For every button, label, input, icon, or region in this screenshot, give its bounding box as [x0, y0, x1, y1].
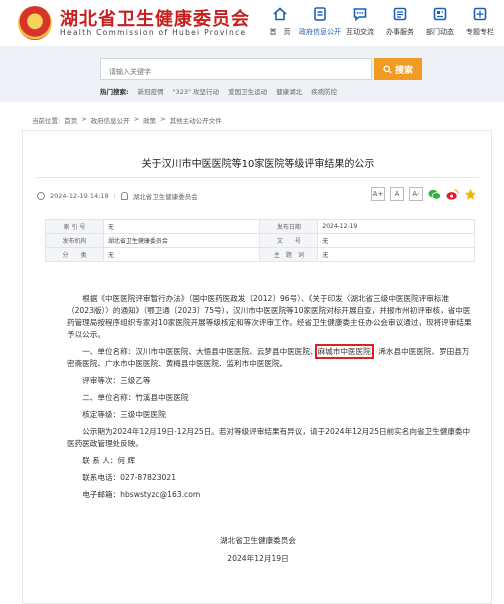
nav-label: 专题专栏: [466, 28, 494, 36]
clock-icon: [37, 192, 45, 200]
font-normal-button[interactable]: A: [390, 187, 404, 201]
hot-term-link[interactable]: 健康湖北: [276, 86, 302, 96]
breadcrumb-separator: >: [81, 115, 87, 123]
topic-icon: [473, 7, 487, 21]
chat-icon: [353, 8, 367, 22]
nav-item-home[interactable]: 首 页: [260, 6, 300, 42]
info-key: 索 引 号: [45, 219, 104, 234]
info-key: 分 类: [45, 247, 104, 262]
hot-search: 热门搜索: 新冠疫情 "323" 攻坚行动 爱国卫生运动 健康湖北 疾病防控: [100, 86, 337, 96]
font-smaller-button[interactable]: A-: [409, 187, 423, 201]
favorite-star-icon[interactable]: [464, 188, 477, 201]
signature-date: 2024年12月19日: [227, 554, 289, 563]
nav-item-services[interactable]: 办事服务: [380, 6, 420, 42]
breadcrumb-link-policy[interactable]: 政策: [143, 115, 156, 125]
info-value: 无: [102, 219, 261, 234]
breadcrumb-separator: >: [133, 115, 140, 123]
body-paragraph: 一、单位名称：汉川市中医医院、大悟县中医医院、云梦县中医医院、麻城市中医医院、浠…: [67, 344, 472, 370]
nav-label: 首 页: [269, 28, 291, 36]
body-paragraph: 根据《中医医院评审暂行办法》（国中医药医政发〔2012〕96号）、《关于印发〈湖…: [67, 294, 472, 339]
article-source: 湖北省卫生健康委员会: [132, 193, 198, 201]
article-card: 关于汉川市中医医院等10家医院等级评审结果的公示 2024-12-19 14:1…: [22, 130, 492, 604]
breadcrumb-separator: >: [160, 115, 166, 123]
article-meta: 2024-12-19 14:18 | 湖北省卫生健康委员会: [37, 191, 198, 201]
info-value: 无: [102, 247, 261, 262]
contact-person: 联 系 人：何 辉: [82, 456, 135, 465]
meta-divider: |: [113, 192, 116, 200]
weibo-share-icon[interactable]: [446, 188, 459, 201]
breadcrumb-prefix: 当前位置:: [32, 117, 61, 125]
contact-email: 电子邮箱：hbswstyzc@163.com: [82, 490, 201, 499]
breadcrumb: 当前位置: 首页 > 政府信息公开 > 政策 > 其他主动公开文件: [32, 115, 222, 125]
hot-term-link[interactable]: 爱国卫生运动: [228, 86, 267, 96]
hot-search-label: 热门搜索:: [100, 88, 129, 96]
search-button-label: 搜索: [394, 65, 413, 76]
info-value: 无: [317, 247, 475, 262]
service-icon: [393, 7, 407, 21]
news-icon: [433, 7, 447, 21]
breadcrumb-link-other-docs[interactable]: 其他主动公开文件: [170, 115, 222, 125]
hot-term-link[interactable]: 新冠疫情: [138, 86, 164, 96]
info-value: 湖北省卫生健康委员会: [102, 233, 261, 248]
contact-phone: 联系电话：027-87823021: [82, 473, 177, 482]
info-value: 无: [317, 233, 475, 248]
body-paragraph: 公示期为2024年12月19日-12月25日。若对等级评审结果有异议，请于202…: [67, 427, 471, 448]
hot-term-link[interactable]: 疾病防控: [311, 86, 337, 96]
nav-item-interaction[interactable]: 互动交流: [340, 6, 380, 42]
table-row: 分 类 无 主 题 词 无: [45, 247, 475, 262]
article-body: 根据《中医医院评审暂行办法》（国中医药医政发〔2012〕96号）、《关于印发〈湖…: [67, 293, 472, 506]
main-nav: 首 页 政府信息公开 互动交流 办事服务 部门动态 专题专栏: [260, 6, 500, 42]
doc-icon: [314, 7, 326, 21]
hot-term-link[interactable]: "323" 攻坚行动: [173, 86, 219, 96]
body-paragraph: 核定等级：三级中医医院: [82, 410, 166, 419]
highlighted-hospital-name: 麻城市中医医院: [314, 344, 374, 359]
article-tools: A+ A A-: [371, 187, 477, 201]
breadcrumb-link-home[interactable]: 首页: [64, 115, 77, 125]
info-key: 主 题 词: [259, 247, 319, 262]
site-header: 湖北省卫生健康委员会 Health Commission of Hubei Pr…: [0, 0, 504, 46]
unit-list-part1: 一、单位名称：汉川市中医医院、大悟县中医医院、云梦县中医医院、: [82, 347, 318, 356]
search-box: [100, 58, 372, 82]
search-button[interactable]: 搜索: [374, 58, 422, 80]
nav-item-dept-news[interactable]: 部门动态: [420, 6, 460, 42]
home-icon: [273, 7, 287, 21]
info-key: 发布日期: [259, 219, 319, 234]
body-paragraph: 二、单位名称：竹溪县中医医院: [82, 393, 189, 402]
title-divider: [37, 177, 479, 178]
info-key: 发布机构: [45, 233, 104, 248]
search-band: 搜索 热门搜索: 新冠疫情 "323" 攻坚行动 爱国卫生运动 健康湖北 疾病防…: [0, 46, 504, 102]
table-row: 发布机构 湖北省卫生健康委员会 文 号 无: [45, 233, 475, 248]
publish-date: 2024-12-19 14:18: [50, 192, 109, 200]
article-title: 关于汉川市中医医院等10家医院等级评审结果的公示: [141, 159, 375, 170]
table-row: 索 引 号 无 发布日期 2024-12-19: [45, 219, 475, 234]
nav-label: 部门动态: [426, 28, 454, 36]
site-subtitle: Health Commission of Hubei Province: [60, 28, 247, 37]
nav-item-gov-info[interactable]: 政府信息公开: [299, 6, 341, 42]
national-emblem-icon: [18, 6, 52, 40]
search-input[interactable]: [101, 62, 371, 82]
breadcrumb-link-gov-info[interactable]: 政府信息公开: [91, 115, 130, 125]
body-paragraph: 评审等次：三级乙等: [82, 376, 151, 385]
info-table: 索 引 号 无 发布日期 2024-12-19 发布机构 湖北省卫生健康委员会 …: [45, 219, 475, 262]
source-icon: [120, 192, 128, 200]
nav-label: 政府信息公开: [299, 28, 341, 36]
nav-item-topics[interactable]: 专题专栏: [460, 6, 500, 42]
search-icon: [383, 64, 392, 74]
font-larger-button[interactable]: A+: [371, 187, 385, 201]
info-value: 2024-12-19: [317, 219, 475, 234]
nav-label: 办事服务: [386, 28, 414, 36]
info-key: 文 号: [259, 233, 319, 248]
signature-org: 湖北省卫生健康委员会: [220, 536, 296, 545]
nav-label: 互动交流: [346, 28, 374, 36]
wechat-share-icon[interactable]: [428, 188, 441, 201]
